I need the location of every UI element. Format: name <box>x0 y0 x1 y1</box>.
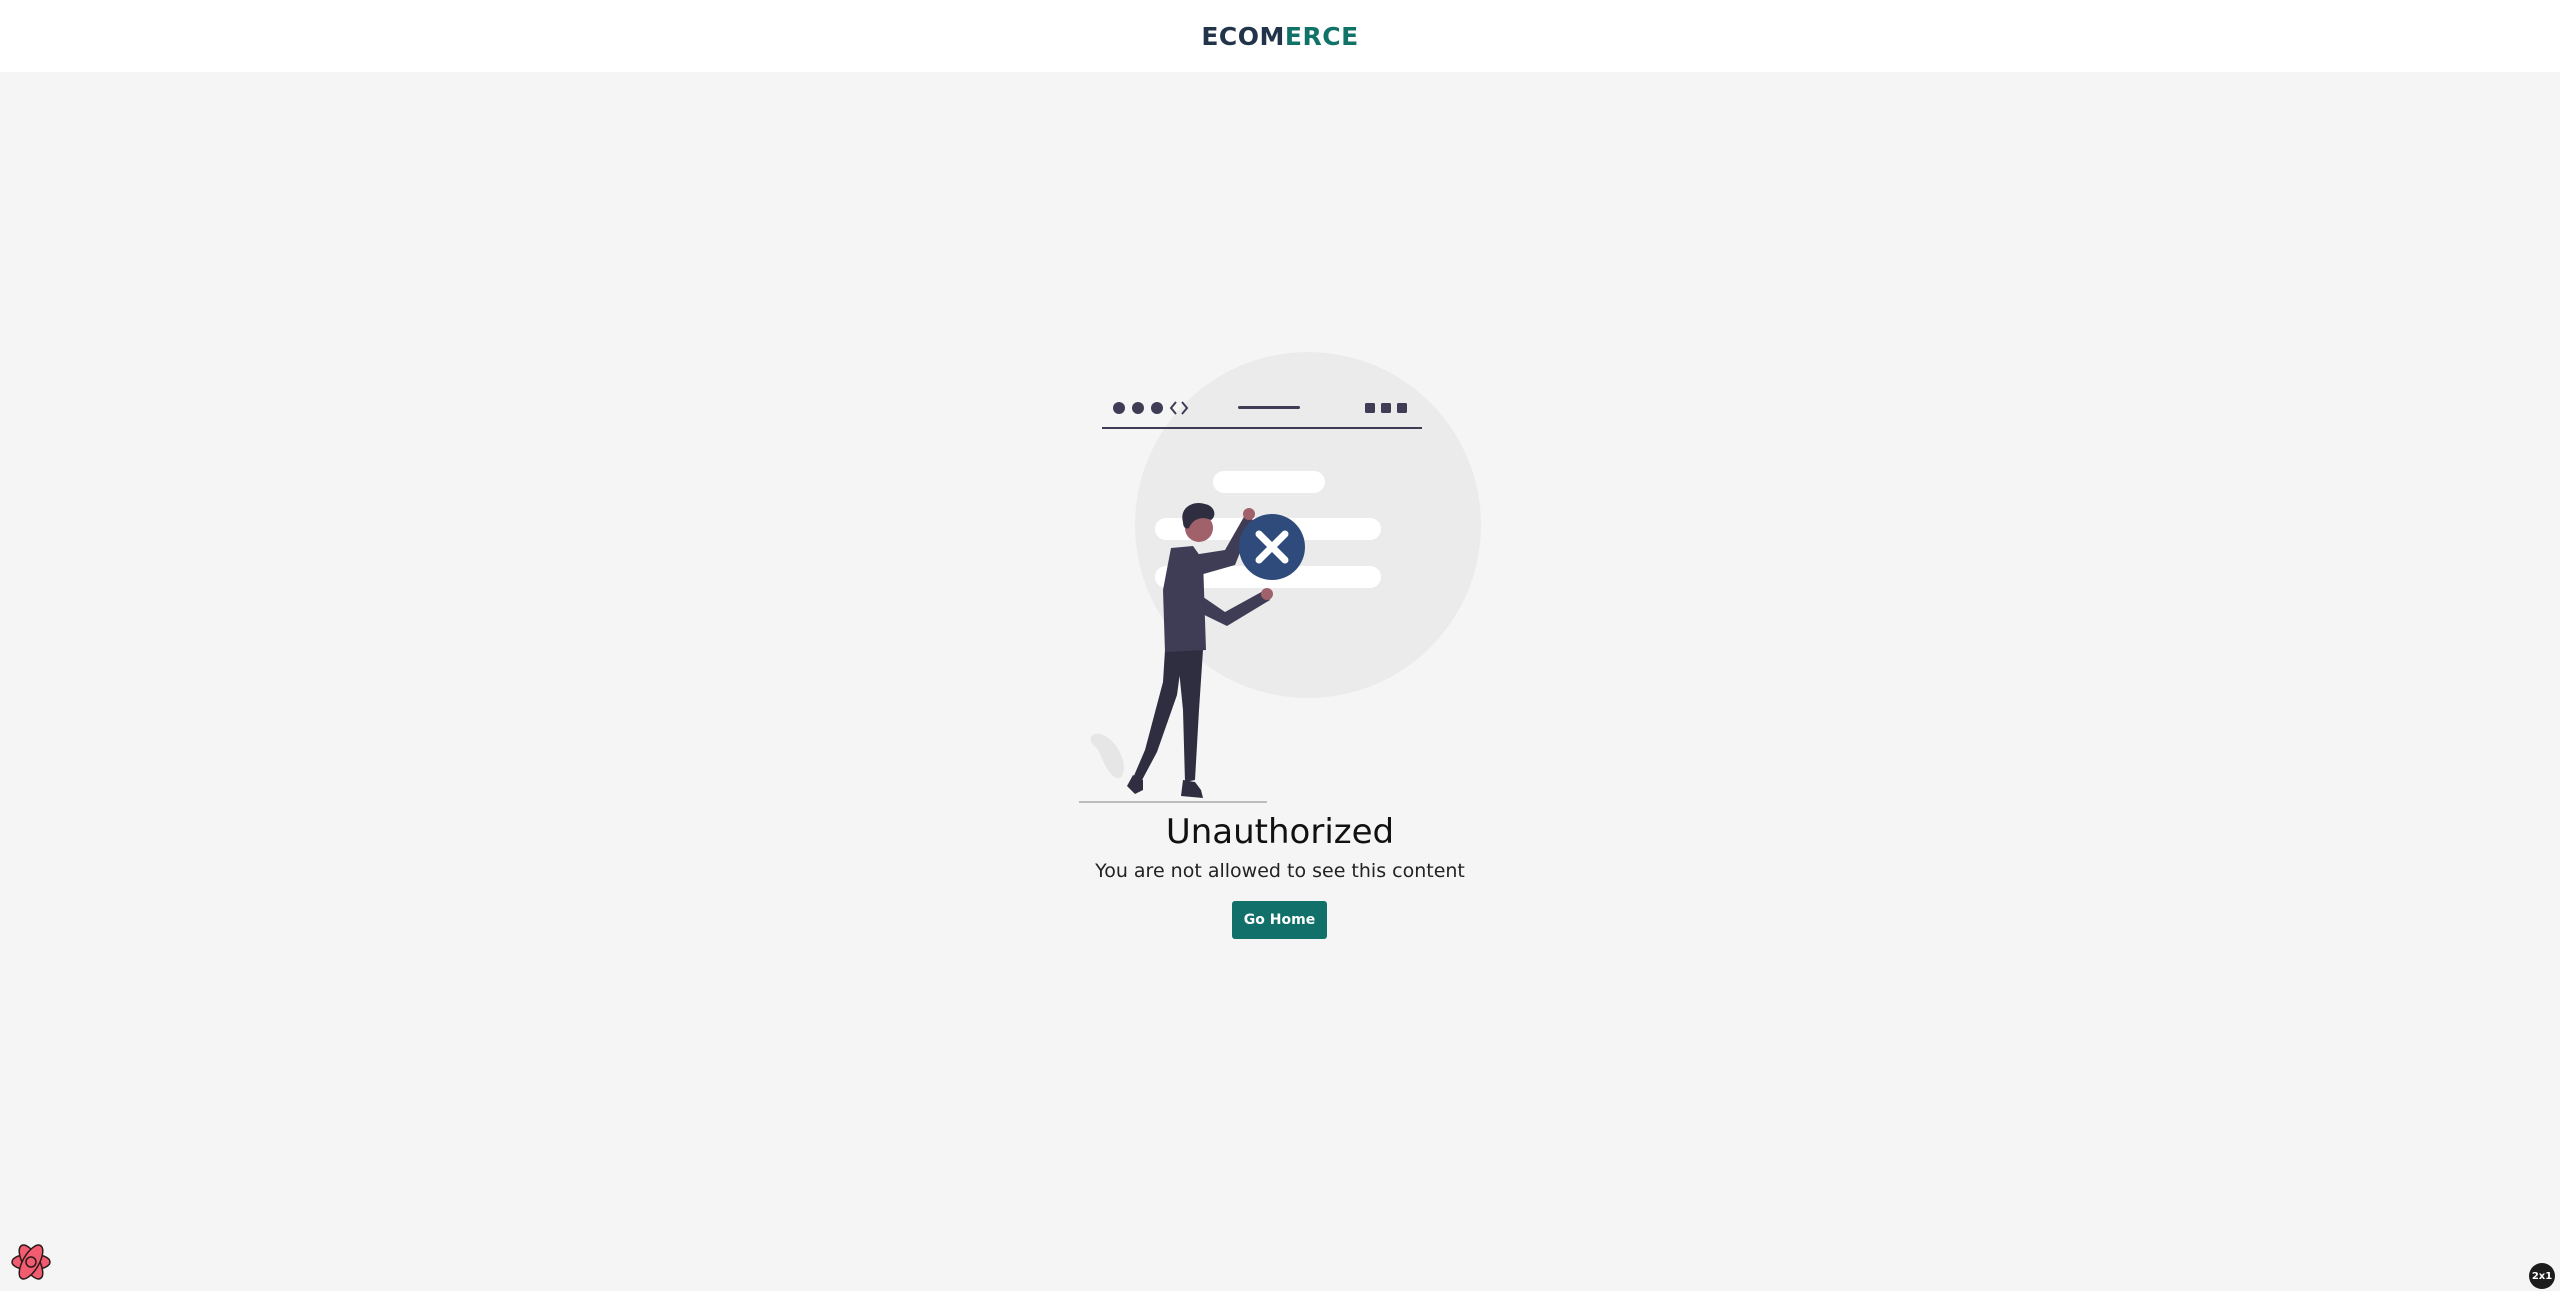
devtools-badge[interactable]: 2x1 <box>2529 1263 2555 1289</box>
person-shoe-right <box>1181 780 1203 798</box>
content-pill-1 <box>1213 471 1325 493</box>
page-message: You are not allowed to see this content <box>1095 860 1465 882</box>
page-title: Unauthorized <box>1165 812 1395 852</box>
url-bar-line <box>1238 406 1300 409</box>
top-navbar: ECOMERCE <box>0 0 2560 72</box>
ground-shadow <box>1090 733 1124 779</box>
go-home-button[interactable]: Go Home <box>1232 901 1327 939</box>
window-square-3 <box>1397 403 1407 413</box>
browser-divider <box>1102 427 1422 429</box>
window-square-1 <box>1365 403 1375 413</box>
window-dot-1 <box>1113 402 1125 414</box>
person-leg-right <box>1177 650 1203 782</box>
window-dot-2 <box>1132 402 1144 414</box>
person-leg-left <box>1133 650 1183 782</box>
logo-part-1: ECOM <box>1201 21 1285 51</box>
window-square-2 <box>1381 403 1391 413</box>
unauthorized-illustration <box>1079 352 1481 803</box>
person-hand-top <box>1243 508 1255 520</box>
person-hand-bottom <box>1261 588 1273 600</box>
window-dot-3 <box>1151 402 1163 414</box>
react-devtools-icon[interactable] <box>9 1240 53 1284</box>
logo-part-2: ERCE <box>1284 21 1359 51</box>
brand-logo[interactable]: ECOMERCE <box>1201 22 1358 51</box>
ground-line <box>1079 801 1267 803</box>
